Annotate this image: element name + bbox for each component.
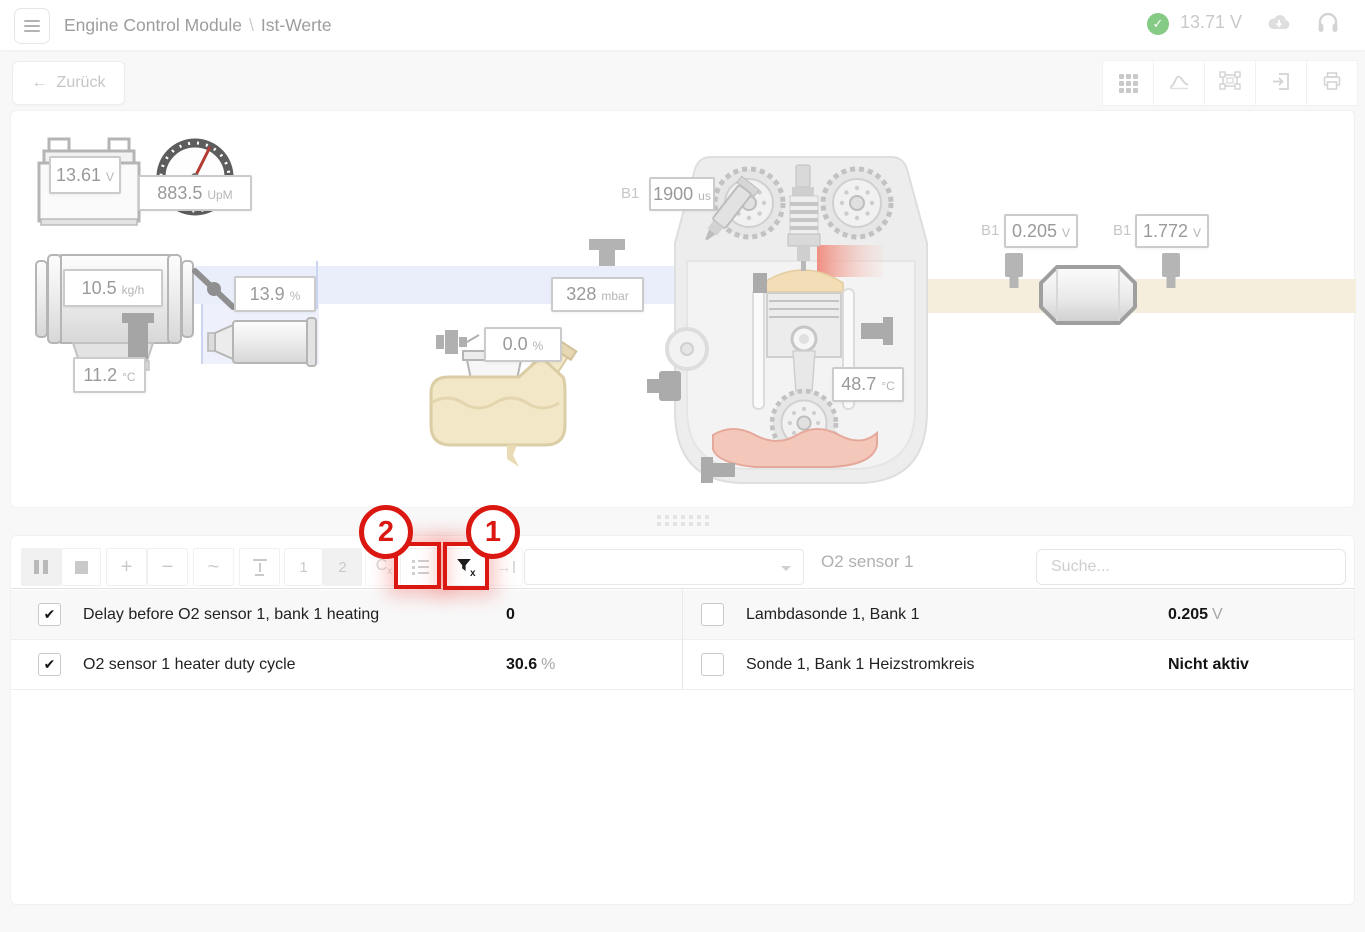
row-height-icon <box>253 559 267 576</box>
maf-flow-box: 10.5kg/h <box>63 269 163 307</box>
table-column-left: ✔ Delay before O2 sensor 1, bank 1 heati… <box>11 590 683 690</box>
print-button[interactable] <box>1306 60 1358 106</box>
o2-post-cat-bank-label: B1 <box>1113 222 1131 239</box>
manifold-pressure-box: 328mbar <box>551 277 644 312</box>
breadcrumb: Engine Control Module \ Ist-Werte <box>64 0 332 50</box>
view-toolbar <box>1103 60 1358 106</box>
engine-rpm-box: 883.5UpM <box>138 175 252 211</box>
headset-icon[interactable] <box>1316 11 1340 39</box>
stop-icon <box>75 561 88 574</box>
injection-time-box: 1900us <box>649 177 715 211</box>
measurements-panel: + − ~ 1 2 Cx x → O2 senso <box>10 535 1355 905</box>
table-column-right: Lambdasonde 1, Bank 1 0.205V Sonde 1, Ba… <box>683 590 1354 690</box>
table-row[interactable]: Sonde 1, Bank 1 Heizstromkreis Nicht akt… <box>683 640 1354 690</box>
table-row[interactable]: Lambdasonde 1, Bank 1 0.205V <box>683 590 1354 640</box>
measurement-label: O2 sensor 1 heater duty cycle <box>83 656 296 674</box>
o2-post-cat-box: 1.772V <box>1135 214 1209 248</box>
callout-circle-2: 2 <box>359 505 413 559</box>
coolant-temp-box: 48.7°C <box>832 367 904 402</box>
search-input[interactable] <box>1036 549 1346 585</box>
page-2-button[interactable]: 2 <box>323 548 362 586</box>
measurement-label: Sonde 1, Bank 1 Heizstromkreis <box>746 656 975 674</box>
injection-bank-label: B1 <box>621 185 639 202</box>
hamburger-menu-button[interactable] <box>14 8 50 44</box>
checkbox[interactable]: ✔ <box>38 653 61 676</box>
export-button[interactable] <box>1255 60 1307 106</box>
panel-resize-grip[interactable] <box>657 515 709 526</box>
o2-pre-cat-bank-label: B1 <box>981 222 999 239</box>
callout-circle-1: 1 <box>466 505 520 559</box>
measurement-value: 30.6% <box>506 656 555 674</box>
chart-view-button[interactable] <box>1153 60 1205 106</box>
line-chart-icon <box>1168 72 1190 95</box>
measurement-group-select[interactable] <box>524 549 804 585</box>
clear-values-icon: Cx <box>376 557 393 577</box>
measurement-label: Lambdasonde 1, Bank 1 <box>746 606 919 624</box>
header-bar: Engine Control Module \ Ist-Werte ✓ 13.71 … <box>0 0 1365 50</box>
app-window: Engine Control Module \ Ist-Werte ✓ 13.71 … <box>0 0 1365 932</box>
arrow-left-icon: ← <box>32 74 48 92</box>
skip-next-icon: → <box>497 559 515 576</box>
printer-icon <box>1321 71 1343 96</box>
o2-pre-cat-box: 0.205V <box>1004 214 1078 248</box>
row-height-button[interactable] <box>239 548 280 586</box>
table-row[interactable]: ✔ Delay before O2 sensor 1, bank 1 heati… <box>11 590 682 640</box>
battery-voltage-box: 13.61V <box>49 156 121 194</box>
checkbox[interactable] <box>701 603 724 626</box>
connection-ok-icon: ✓ <box>1147 13 1169 35</box>
battery-voltage-status: 13.71 V <box>1180 12 1242 33</box>
chevron-down-icon <box>781 566 791 571</box>
fit-screen-button[interactable] <box>1204 60 1256 106</box>
engine-diagram-graphic <box>11 111 1356 509</box>
stop-button[interactable] <box>61 548 101 586</box>
cloud-download-icon[interactable] <box>1266 13 1292 38</box>
breadcrumb-module: Engine Control Module <box>64 15 242 35</box>
export-icon <box>1270 71 1292 96</box>
table-row[interactable]: ✔ O2 sensor 1 heater duty cycle 30.6% <box>11 640 682 690</box>
engine-diagram-panel: 13.61V 883.5UpM 10.5kg/h 11.2°C 13.9% 32… <box>10 110 1355 508</box>
throttle-position-box: 13.9% <box>234 276 316 312</box>
page-1-button[interactable]: 1 <box>284 548 323 586</box>
back-button-label: Zurück <box>57 74 106 92</box>
checkbox[interactable] <box>701 653 724 676</box>
minus-icon: − <box>162 556 174 579</box>
graph-mode-button[interactable]: ~ <box>193 548 234 586</box>
breadcrumb-separator: \ <box>249 15 254 35</box>
zoom-in-button[interactable]: + <box>106 548 147 586</box>
plus-icon: + <box>121 556 133 579</box>
measurement-value: Nicht aktiv <box>1168 656 1253 674</box>
pause-button[interactable] <box>21 548 61 586</box>
measurement-value: 0 <box>506 606 519 624</box>
measurements-table: ✔ Delay before O2 sensor 1, bank 1 heati… <box>11 590 1354 690</box>
breadcrumb-page: Ist-Werte <box>261 15 332 35</box>
checkbox[interactable]: ✔ <box>38 603 61 626</box>
intake-temp-box: 11.2°C <box>73 357 146 393</box>
measurement-label: Delay before O2 sensor 1, bank 1 heating <box>83 606 379 624</box>
wave-icon: ~ <box>208 556 220 579</box>
measurement-value: 0.205V <box>1168 606 1223 624</box>
purge-valve-box: 0.0% <box>484 327 562 362</box>
measurement-group-label: O2 sensor 1 <box>821 552 914 572</box>
zoom-out-button[interactable]: − <box>147 548 188 586</box>
fit-screen-icon <box>1219 71 1241 95</box>
pause-icon <box>34 560 48 574</box>
grid-view-button[interactable] <box>1102 60 1154 106</box>
back-button[interactable]: ← Zurück <box>12 61 125 105</box>
measurements-toolbar: + − ~ 1 2 Cx x → O2 senso <box>11 536 1354 589</box>
grid-icon <box>1119 74 1138 93</box>
